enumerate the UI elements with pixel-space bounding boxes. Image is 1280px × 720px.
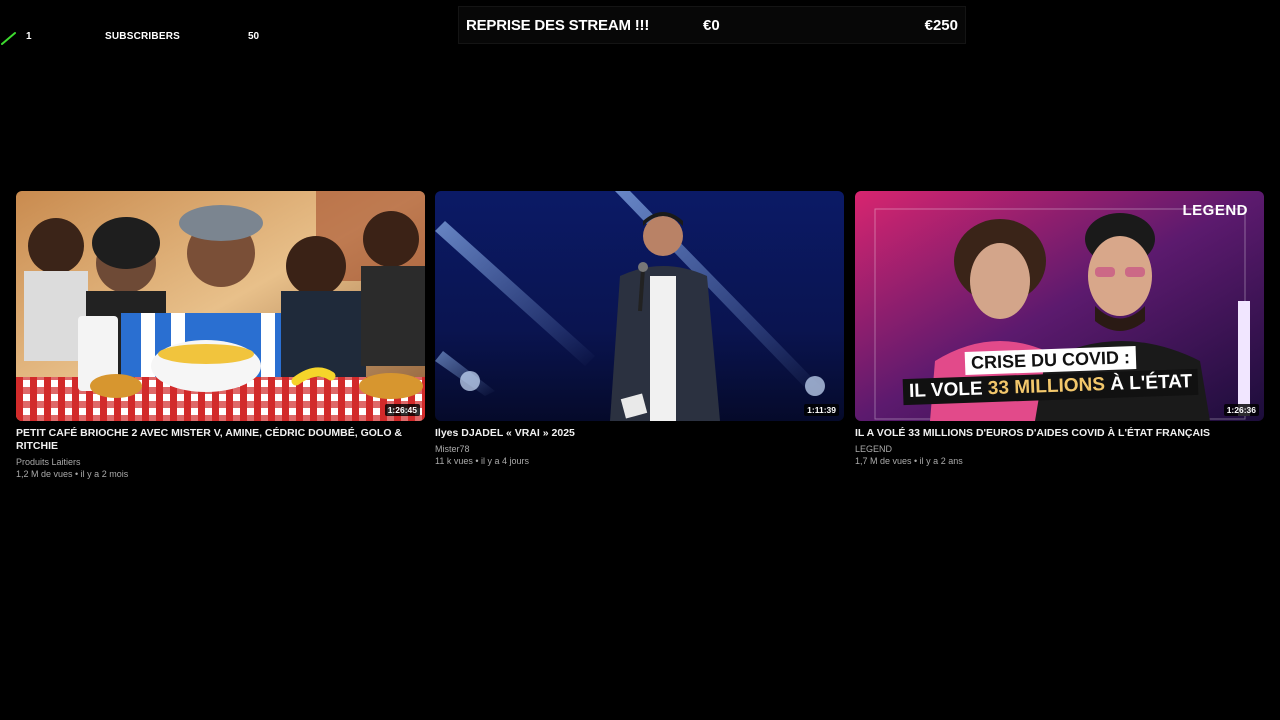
video-channel[interactable]: Produits Laitiers xyxy=(16,456,425,468)
subscriber-goal-bar: 1 SUBSCRIBERS 50 xyxy=(0,28,280,48)
video-duration: 1:11:39 xyxy=(804,404,839,416)
stream-overlay: 1 SUBSCRIBERS 50 REPRISE DES STREAM !!! … xyxy=(0,0,1280,720)
donation-goal-title: REPRISE DES STREAM !!! xyxy=(466,17,650,34)
donation-goal-bar: REPRISE DES STREAM !!! €0 €250 xyxy=(458,6,966,44)
video-channel[interactable]: Mister78 xyxy=(435,443,844,455)
video-title[interactable]: Ilyes DJADEL « VRAI » 2025 xyxy=(435,427,825,440)
thumbnail-image xyxy=(435,191,844,421)
video-duration: 1:26:45 xyxy=(384,404,420,416)
subscriber-goal-count: 50 xyxy=(248,31,260,42)
video-meta: 1,7 M de vues • il y a 2 ans xyxy=(855,456,963,466)
video-card[interactable]: 1:26:45 PETIT CAFÉ BRIOCHE 2 AVEC MISTER… xyxy=(16,191,425,480)
video-meta: 1,2 M de vues • il y a 2 mois xyxy=(16,469,129,479)
video-title[interactable]: PETIT CAFÉ BRIOCHE 2 AVEC MISTER V, AMIN… xyxy=(16,427,406,453)
thumbnail-brand-text: LEGEND xyxy=(1182,202,1248,219)
video-thumbnail[interactable]: LEGEND CRISE DU COVID : IL VOLE 33 MILLI… xyxy=(855,191,1264,421)
video-card[interactable]: LEGEND CRISE DU COVID : IL VOLE 33 MILLI… xyxy=(855,191,1264,467)
subscriber-current-count: 1 xyxy=(26,31,32,42)
video-duration: 1:26:36 xyxy=(1223,404,1259,416)
thumbnail-image xyxy=(16,191,425,421)
subscriber-label: SUBSCRIBERS xyxy=(105,31,180,42)
video-channel[interactable]: LEGEND xyxy=(855,443,1264,455)
donation-target-amount: €250 xyxy=(924,17,958,34)
video-card[interactable]: 1:11:39 Ilyes DJADEL « VRAI » 2025 Miste… xyxy=(435,191,844,467)
video-thumbnail[interactable]: 1:26:45 xyxy=(16,191,425,421)
video-grid: 1:26:45 PETIT CAFÉ BRIOCHE 2 AVEC MISTER… xyxy=(16,191,1264,491)
video-meta: 11 k vues • il y a 4 jours xyxy=(435,456,530,466)
progress-slash-icon xyxy=(1,32,16,45)
video-thumbnail[interactable]: 1:11:39 xyxy=(435,191,844,421)
video-title[interactable]: IL A VOLÉ 33 MILLIONS D'EUROS D'AIDES CO… xyxy=(855,427,1245,440)
donation-current-amount: €0 xyxy=(703,17,720,34)
